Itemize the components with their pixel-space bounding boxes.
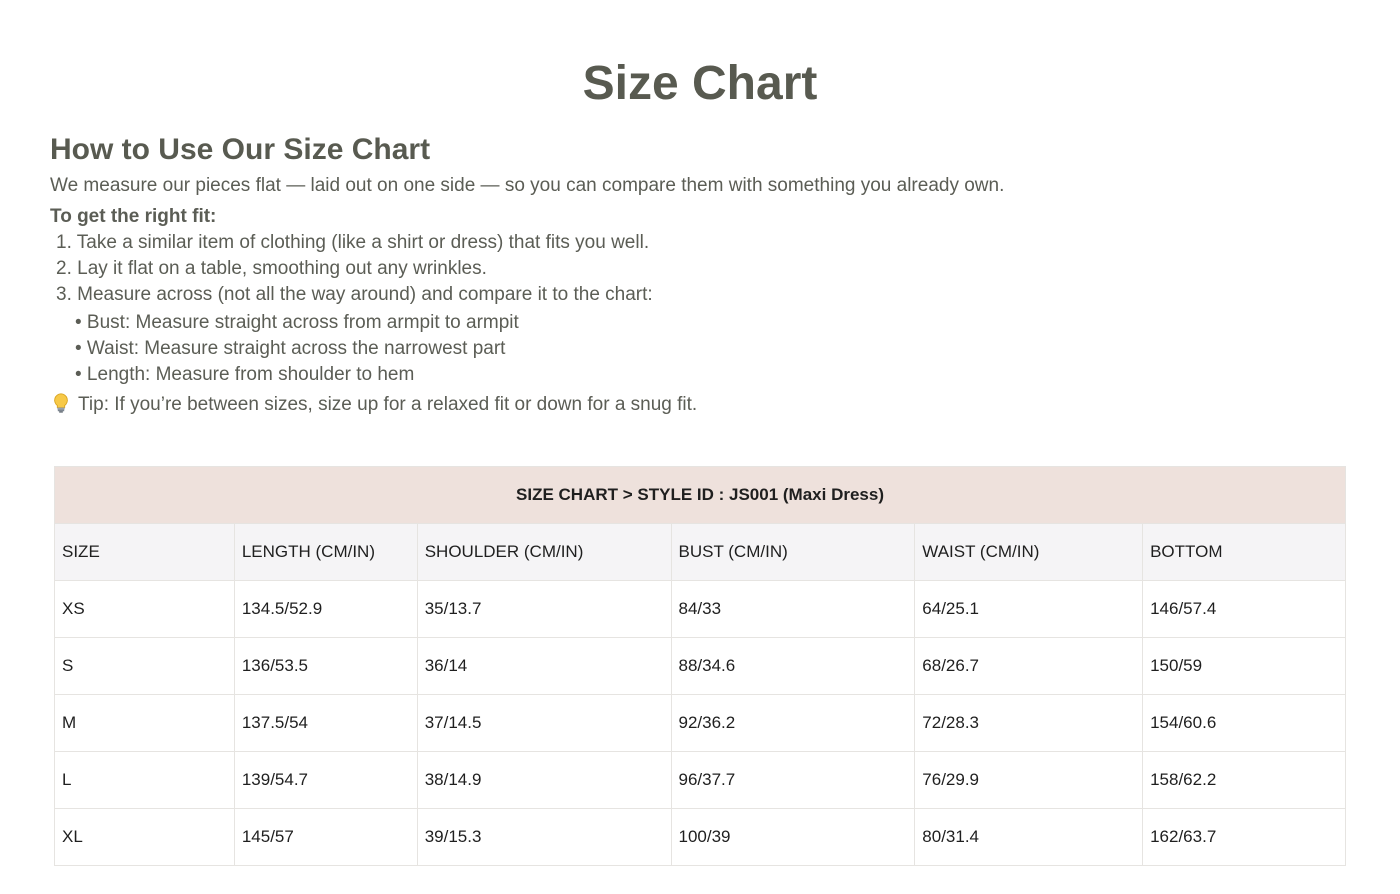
table-cell: 162/63.7 xyxy=(1142,808,1346,866)
measure-item-waist: • Waist: Measure straight across the nar… xyxy=(75,338,506,359)
table-cell: 39/15.3 xyxy=(416,808,672,866)
table-cell: XL xyxy=(54,808,235,866)
table-cell: 36/14 xyxy=(416,637,672,695)
table-cell: XS xyxy=(54,580,235,638)
table-cell: 80/31.4 xyxy=(914,808,1144,866)
steps-list: 1. Take a similar item of clothing (like… xyxy=(50,230,1350,308)
table-cell: 37/14.5 xyxy=(416,694,672,752)
measure-item-bust: • Bust: Measure straight across from arm… xyxy=(75,312,519,333)
table-cell: 84/33 xyxy=(670,580,916,638)
table-caption-row: SIZE CHART > STYLE ID : JS001 (Maxi Dres… xyxy=(54,466,1346,524)
table-cell: 139/54.7 xyxy=(233,751,418,809)
column-header: BOTTOM xyxy=(1142,523,1346,581)
measure-item-length: • Length: Measure from shoulder to hem xyxy=(75,364,415,385)
column-header: LENGTH (CM/IN) xyxy=(233,523,418,581)
table-cell: S xyxy=(54,637,235,695)
table-cell: 64/25.1 xyxy=(914,580,1144,638)
table-cell: 76/29.9 xyxy=(914,751,1144,809)
table-cell: 100/39 xyxy=(670,808,916,866)
table-cell: 154/60.6 xyxy=(1142,694,1346,752)
table-cell: 134.5/52.9 xyxy=(233,580,418,638)
table-cell: 38/14.9 xyxy=(416,751,672,809)
column-header: WAIST (CM/IN) xyxy=(914,523,1144,581)
guide-heading: How to Use Our Size Chart xyxy=(50,133,431,166)
table-cell: 96/37.7 xyxy=(670,751,916,809)
step-item: 3. Measure across (not all the way aroun… xyxy=(56,284,653,305)
table-row: XS 134.5/52.9 35/13.7 84/33 64/25.1 146/… xyxy=(54,580,1346,638)
fit-tip: Tip: If you’re between sizes, size up fo… xyxy=(50,392,1350,418)
guide-intro: We measure our pieces flat — laid out on… xyxy=(50,175,1005,196)
table-cell: 150/59 xyxy=(1142,637,1346,695)
table-cell: 137.5/54 xyxy=(233,694,418,752)
page-title: Size Chart xyxy=(582,57,818,110)
fit-label: To get the right fit: xyxy=(50,206,217,227)
table-cell: 68/26.7 xyxy=(914,637,1144,695)
column-header: SHOULDER (CM/IN) xyxy=(416,523,672,581)
step-item: 2. Lay it flat on a table, smoothing out… xyxy=(56,258,487,279)
measure-list: • Bust: Measure straight across from arm… xyxy=(50,310,1350,388)
column-header: BUST (CM/IN) xyxy=(670,523,916,581)
table-cell: 88/34.6 xyxy=(670,637,916,695)
table-cell: 72/28.3 xyxy=(914,694,1144,752)
size-guide: How to Use Our Size Chart We measure our… xyxy=(50,128,1350,418)
table-cell: 158/62.2 xyxy=(1142,751,1346,809)
table-cell: 92/36.2 xyxy=(670,694,916,752)
tip-text: Tip: If you’re between sizes, size up fo… xyxy=(78,394,698,415)
table-row: L 139/54.7 38/14.9 96/37.7 76/29.9 158/6… xyxy=(54,751,1346,809)
lightbulb-icon xyxy=(54,393,68,413)
column-header: SIZE xyxy=(54,523,235,581)
table-cell: L xyxy=(54,751,235,809)
table-caption: SIZE CHART > STYLE ID : JS001 (Maxi Dres… xyxy=(54,466,1346,524)
table-row: XL 145/57 39/15.3 100/39 80/31.4 162/63.… xyxy=(54,808,1346,866)
table-header-row: SIZE LENGTH (CM/IN) SHOULDER (CM/IN) BUS… xyxy=(54,523,1346,581)
size-chart-table: SIZE CHART > STYLE ID : JS001 (Maxi Dres… xyxy=(54,466,1346,866)
table-cell: 35/13.7 xyxy=(416,580,672,638)
table-row: M 137.5/54 37/14.5 92/36.2 72/28.3 154/6… xyxy=(54,694,1346,752)
step-item: 1. Take a similar item of clothing (like… xyxy=(56,232,650,253)
table-row: S 136/53.5 36/14 88/34.6 68/26.7 150/59 xyxy=(54,637,1346,695)
table-cell: 146/57.4 xyxy=(1142,580,1346,638)
table-cell: 145/57 xyxy=(233,808,418,866)
table-cell: 136/53.5 xyxy=(233,637,418,695)
table-cell: M xyxy=(54,694,235,752)
